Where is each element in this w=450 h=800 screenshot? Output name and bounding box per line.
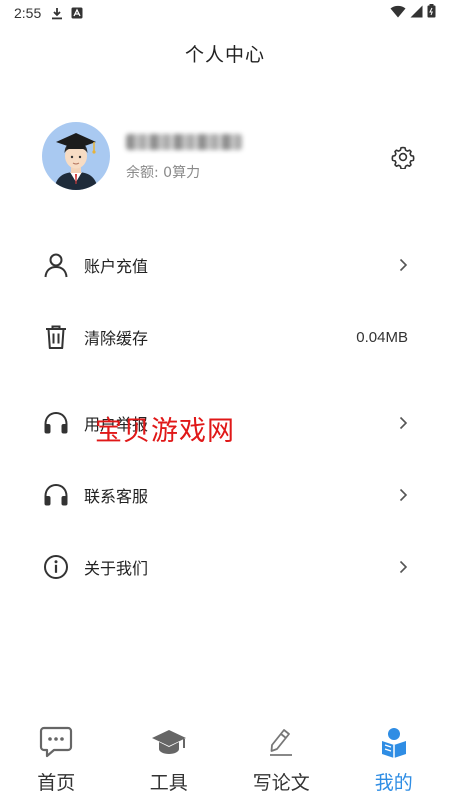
battery-icon: [427, 4, 436, 22]
tab-mine[interactable]: 我的: [338, 710, 450, 800]
headphones-icon: [42, 481, 70, 509]
tab-label-tools: 工具: [149, 772, 188, 794]
bottom-tab-bar: 首页 工具 写论文 我的: [0, 710, 450, 800]
chevron-right-icon: [398, 258, 408, 272]
menu-label-support: 联系客服: [84, 487, 149, 506]
signal-icon: [410, 5, 423, 22]
chevron-right-icon: [398, 488, 408, 502]
tab-tools[interactable]: 工具: [113, 710, 226, 800]
tab-label-mine: 我的: [374, 772, 413, 794]
menu-label-recharge: 账户充值: [84, 257, 149, 276]
avatar[interactable]: [42, 122, 110, 190]
chevron-right-icon: [398, 416, 408, 430]
pencil-icon: [262, 724, 300, 760]
chevron-right-icon: [398, 560, 408, 574]
username-redacted: [126, 134, 242, 150]
profile-card: 余额: 0算力: [42, 122, 422, 192]
menu-item-support[interactable]: 联系客服: [0, 459, 450, 531]
tab-label-write-paper: 写论文: [252, 772, 310, 794]
menu-item-recharge[interactable]: 账户充值: [0, 229, 450, 301]
app-notification-icon: [71, 7, 83, 19]
tab-write-paper[interactable]: 写论文: [225, 710, 338, 800]
tab-home[interactable]: 首页: [0, 710, 113, 800]
page-title: 个人中心: [184, 44, 265, 66]
menu-label-clear-cache: 清除缓存: [84, 329, 149, 348]
menu-item-about[interactable]: 关于我们: [0, 531, 450, 603]
graduation-cap-icon: [150, 724, 188, 760]
balance-text: 余额: 0算力: [126, 165, 201, 181]
user-icon: [42, 251, 70, 279]
trash-icon: [42, 323, 70, 351]
status-bar: 2:55: [0, 0, 450, 26]
watermark-text: 宝贝游戏网: [95, 416, 235, 447]
menu-label-about: 关于我们: [84, 559, 149, 578]
chat-bubble-icon: [37, 724, 75, 760]
person-book-icon: [375, 724, 413, 760]
headphones-icon: [42, 409, 70, 437]
gear-icon[interactable]: [390, 144, 416, 170]
status-time: 2:55: [14, 5, 42, 21]
wifi-icon: [390, 5, 406, 22]
cache-size-value: 0.04MB: [356, 328, 408, 346]
download-icon: [51, 7, 63, 20]
menu-item-clear-cache[interactable]: 清除缓存 0.04MB: [0, 301, 450, 373]
tab-label-home: 首页: [37, 772, 76, 794]
info-icon: [42, 553, 70, 581]
